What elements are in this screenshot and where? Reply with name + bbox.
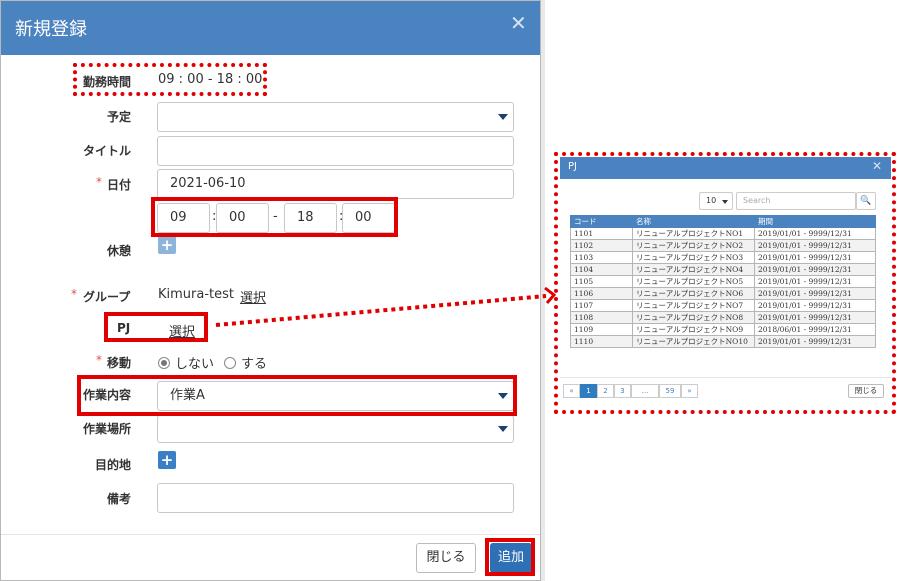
cell-period: 2019/01/01 - 9999/12/31 [754,287,876,300]
table-row[interactable]: 1110 リニューアルプロジェクトNO10 2019/01/01 - 9999/12… [570,335,876,348]
cell-name: リニューアルプロジェクトNO4 [632,263,755,276]
column-header-period: 期間 [754,215,876,228]
table-row[interactable]: 1108 リニューアルプロジェクトNO8 2019/01/01 - 9999/12/… [570,311,876,324]
cell-name: リニューアルプロジェクトNO6 [632,287,755,300]
pagination-page-59[interactable]: 59 [659,384,681,398]
pagination-page-2[interactable]: 2 [597,384,614,398]
search-icon[interactable]: 🔍 [856,192,876,210]
table-row[interactable]: 1109 リニューアルプロジェクトNO9 2018/06/01 - 9999/12/… [570,323,876,336]
cell-period: 2019/01/01 - 9999/12/31 [754,227,876,240]
cell-name: リニューアルプロジェクトNO9 [632,323,755,336]
pagination-prev[interactable]: « [563,384,580,398]
cell-period: 2019/01/01 - 9999/12/31 [754,275,876,288]
pagination-page-1[interactable]: 1 [580,384,597,398]
table-row[interactable]: 1107 リニューアルプロジェクトNO7 2019/01/01 - 9999/12/… [570,299,876,312]
cell-period: 2019/01/01 - 9999/12/31 [754,335,876,348]
cell-code: 1101 [570,227,633,240]
pj-dialog-header: PJ ✕ [560,157,891,179]
pj-dialog: PJ ✕ 10 Search 🔍 コード 名称 期間 1101 リニューアルプロジ… [560,157,891,407]
cell-name: リニューアルプロジェクトNO3 [632,251,755,264]
cell-code: 1110 [570,335,633,348]
pagination-page-3[interactable]: 3 [614,384,631,398]
pj-footer-divider [560,377,891,378]
cell-code: 1106 [570,287,633,300]
cell-period: 2019/01/01 - 9999/12/31 [754,311,876,324]
cell-period: 2019/01/01 - 9999/12/31 [754,263,876,276]
table-row[interactable]: 1105 リニューアルプロジェクトNO5 2019/01/01 - 9999/12/… [570,275,876,288]
pagination-ellipsis: ... [631,384,659,398]
column-header-code: コード [570,215,633,228]
cell-name: リニューアルプロジェクトNO1 [632,227,755,240]
cell-period: 2019/01/01 - 9999/12/31 [754,251,876,264]
close-icon[interactable]: ✕ [872,159,882,173]
column-header-name: 名称 [632,215,755,228]
cell-name: リニューアルプロジェクトNO2 [632,239,755,252]
table-row[interactable]: 1104 リニューアルプロジェクトNO4 2019/01/01 - 9999/12/… [570,263,876,276]
page-size-select[interactable]: 10 [699,192,733,210]
cell-code: 1105 [570,275,633,288]
table-row[interactable]: 1102 リニューアルプロジェクトNO2 2019/01/01 - 9999/12/… [570,239,876,252]
pj-dialog-title: PJ [568,161,577,172]
cell-period: 2019/01/01 - 9999/12/31 [754,299,876,312]
cell-code: 1107 [570,299,633,312]
table-header-row: コード 名称 期間 [570,215,876,228]
pj-close-button[interactable]: 閉じる [848,384,884,398]
cell-period: 2019/01/01 - 9999/12/31 [754,239,876,252]
pj-table: コード 名称 期間 1101 リニューアルプロジェクトNO1 2019/01/01 … [570,215,876,348]
cell-code: 1103 [570,251,633,264]
cell-code: 1109 [570,323,633,336]
search-input[interactable]: Search [736,192,856,210]
cell-code: 1108 [570,311,633,324]
cell-name: リニューアルプロジェクトNO5 [632,275,755,288]
cell-period: 2018/06/01 - 9999/12/31 [754,323,876,336]
cell-name: リニューアルプロジェクトNO7 [632,299,755,312]
pagination-next[interactable]: » [681,384,698,398]
table-row[interactable]: 1103 リニューアルプロジェクトNO3 2019/01/01 - 9999/12/… [570,251,876,264]
table-row[interactable]: 1101 リニューアルプロジェクトNO1 2019/01/01 - 9999/12/… [570,227,876,240]
cell-code: 1102 [570,239,633,252]
cell-code: 1104 [570,263,633,276]
cell-name: リニューアルプロジェクトNO10 [632,335,755,348]
cell-name: リニューアルプロジェクトNO8 [632,311,755,324]
table-row[interactable]: 1106 リニューアルプロジェクトNO6 2019/01/01 - 9999/12/… [570,287,876,300]
chevron-down-icon [722,200,728,204]
page-size-value: 10 [706,196,717,205]
